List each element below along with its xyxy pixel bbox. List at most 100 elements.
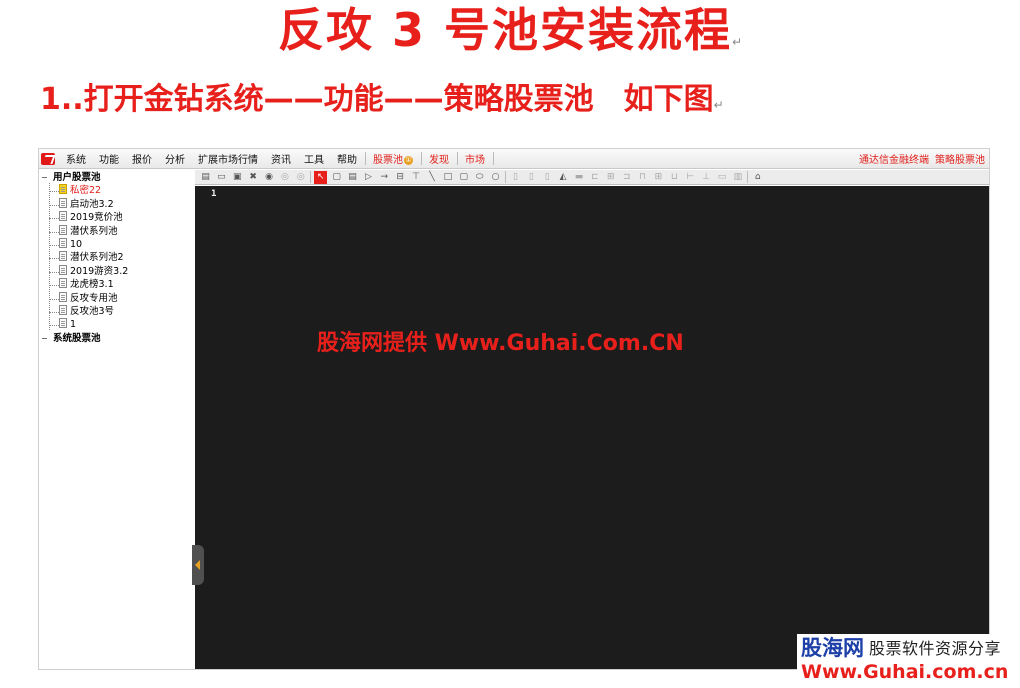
menu-help[interactable]: 帮助 [331, 151, 364, 166]
formula-editor: ▤ ▭ ▣ ✖ ◉ ◎ ◎ ↖ ▢ ▤ ▷ → ⊟ ⊤ ╲ □ ▢ ⬭ ○ ▯ ▯ ▯ ◭ ▬ ⊏ ⊞ ⊐ ⊓ ⊞ ⊔ ⊢ ⊥ ▭ ▥ ⌂ 1 [195, 170, 989, 669]
step-instruction: 1..打开金钻系统——功能——策略股票池 如下图↵ [40, 78, 724, 127]
text-box-icon[interactable]: ⊟ [394, 171, 407, 184]
same-height-icon[interactable]: ⊥ [700, 171, 713, 184]
same-width-icon[interactable]: ⊢ [684, 171, 697, 184]
link-terminal[interactable]: 通达信金融终端 [859, 151, 929, 166]
app-logo-icon[interactable] [41, 152, 55, 165]
menu-tools[interactable]: 工具 [298, 151, 331, 166]
collapse-icon[interactable]: − [41, 171, 53, 184]
tree-root-label: 系统股票池 [53, 332, 101, 344]
title-text: 反攻 3 号池安装流程 [277, 3, 732, 57]
circle-icon[interactable]: ○ [489, 171, 502, 184]
tree-item[interactable]: 龙虎榜3.1 [59, 278, 114, 291]
toolbar-separator [747, 171, 749, 183]
link-strategy-pool[interactable]: 策略股票池 [935, 151, 985, 166]
expand-icon[interactable]: − [41, 332, 53, 345]
square-icon[interactable]: □ [441, 171, 454, 184]
tree-item[interactable]: 2019游资3.2 [59, 264, 128, 278]
tree-item-label: 反攻专用池 [70, 292, 118, 304]
menu-extended-market[interactable]: 扩展市场行情 [192, 151, 265, 166]
document-icon [59, 264, 67, 275]
menu-separator [365, 152, 366, 165]
tree-item[interactable]: 潜伏系列池2 [59, 251, 124, 264]
toolbar-separator [504, 171, 506, 183]
brand-url: Www.Guhai.com.cn [801, 661, 1009, 683]
tree-item[interactable]: 启动池3.2 [59, 197, 114, 211]
fill-icon[interactable]: ▯ [541, 171, 554, 184]
tree-root-system-pool[interactable]: − 系统股票池 [41, 332, 101, 345]
tree-item-label: 潜伏系列池 [70, 225, 118, 237]
group-icon[interactable]: ▥ [731, 171, 744, 184]
menu-discover[interactable]: 发现 [423, 151, 456, 166]
tree-item[interactable]: 潜伏系列池 [59, 224, 118, 238]
delete-icon[interactable]: ✖ [247, 171, 260, 184]
tree-item[interactable]: 2019竞价池 [59, 211, 123, 224]
stop-icon[interactable]: ◎ [294, 171, 307, 184]
ellipse-icon[interactable]: ▢ [330, 171, 343, 184]
document-icon [59, 224, 67, 235]
cursor-icon[interactable]: ↖ [314, 170, 328, 184]
brand-tagline: 股票软件资源分享 [869, 639, 1002, 658]
line-style-icon[interactable]: ▬ [572, 171, 585, 184]
save-icon[interactable]: ▣ [231, 171, 244, 184]
document-icon [59, 211, 67, 222]
new-icon[interactable]: ▤ [199, 171, 212, 184]
editor-canvas[interactable]: 1 [195, 186, 989, 669]
align-bottom-icon[interactable]: ⊔ [668, 171, 681, 184]
line-icon[interactable]: ╲ [425, 171, 438, 184]
play-icon[interactable]: ◉ [263, 171, 276, 184]
paste-icon[interactable]: ▯ [525, 171, 538, 184]
collapse-panel-handle[interactable] [192, 545, 204, 585]
tree-item-label: 启动池3.2 [70, 198, 114, 210]
menu-stock-pool[interactable]: 股票池 ① [367, 151, 420, 166]
pause-icon[interactable]: ◎ [278, 171, 291, 184]
arrow-icon[interactable]: → [378, 171, 391, 184]
align-right-icon[interactable]: ⊐ [620, 171, 633, 184]
menu-news[interactable]: 资讯 [265, 151, 298, 166]
tree-item-label: 私密22 [70, 185, 102, 197]
align-middle-icon[interactable]: ⊞ [652, 171, 665, 184]
align-top-icon[interactable]: ⊓ [636, 171, 649, 184]
tree-item[interactable]: 反攻专用池 [59, 291, 118, 305]
step1-suffix: 如下图 [623, 82, 714, 117]
step1-text: 1..打开金钻系统——功能——策略股票池 [40, 82, 594, 117]
text-icon[interactable]: ⊤ [410, 171, 423, 184]
menu-quote[interactable]: 报价 [126, 151, 159, 166]
align-left-icon[interactable]: ⊏ [588, 171, 601, 184]
rect-icon[interactable]: ▤ [346, 171, 359, 184]
menu-function[interactable]: 功能 [93, 151, 126, 166]
triangle-icon[interactable]: ▷ [362, 171, 375, 184]
brand-name: 股海网 [801, 636, 864, 660]
diamond-icon[interactable]: ⬭ [473, 171, 486, 184]
properties-icon[interactable]: ⌂ [751, 171, 764, 184]
align-center-icon[interactable]: ⊞ [604, 171, 617, 184]
watermark-text: 股海网提供 Www.Guhai.Com.CN [317, 331, 684, 356]
line-number: 1 [211, 189, 217, 199]
copy-icon[interactable]: ▯ [509, 171, 522, 184]
menu-separator [493, 152, 494, 165]
menu-market[interactable]: 市场 [459, 151, 492, 166]
pilcrow-mark: ↵ [713, 98, 724, 112]
tree-item-label: 2019竞价池 [70, 212, 123, 224]
stock-pool-tree: − 用户股票池 私密22 启动池3.2 2019竞价池 潜伏系列池 10 潜伏系列池2 2019… [39, 170, 195, 669]
tree-item-label: 1 [70, 319, 77, 331]
editor-toolbar: ▤ ▭ ▣ ✖ ◉ ◎ ◎ ↖ ▢ ▤ ▷ → ⊟ ⊤ ╲ □ ▢ ⬭ ○ ▯ ▯ ▯ ◭ ▬ ⊏ ⊞ ⊐ ⊓ ⊞ ⊔ ⊢ ⊥ ▭ ▥ ⌂ [195, 170, 989, 185]
same-size-icon[interactable]: ▭ [716, 171, 729, 184]
open-icon[interactable]: ▭ [215, 171, 228, 184]
menu-analysis[interactable]: 分析 [159, 151, 192, 166]
tree-item-label: 龙虎榜3.1 [70, 279, 114, 291]
tree-item[interactable]: 私密22 [59, 184, 101, 197]
pilcrow-mark: ↵ [731, 35, 743, 49]
rounded-rect-icon[interactable]: ▢ [457, 171, 470, 184]
document-icon [59, 278, 67, 289]
color-icon[interactable]: ◭ [557, 171, 570, 184]
tree-item[interactable]: 1 [59, 318, 76, 331]
menu-system[interactable]: 系统 [60, 151, 93, 166]
document-icon [59, 197, 67, 208]
tree-item[interactable]: 反攻池3号 [59, 305, 114, 318]
notification-badge-icon: ① [404, 155, 413, 165]
brand-logo: 股海网 股票软件资源分享 Www.Guhai.com.cn [797, 634, 1018, 686]
menu-right-links: 通达信金融终端 策略股票池 [853, 151, 989, 166]
tree-item-label: 反攻池3号 [70, 306, 115, 317]
tree-item[interactable]: 10 [59, 238, 82, 251]
